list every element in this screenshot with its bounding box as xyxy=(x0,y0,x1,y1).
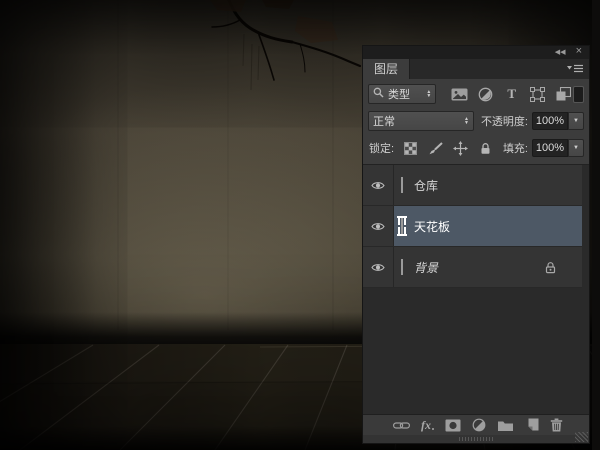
panel-menu-icon[interactable] xyxy=(567,64,583,73)
search-icon xyxy=(373,87,384,101)
fill-slider-button[interactable]: ▼ xyxy=(568,139,584,157)
close-panel-icon[interactable]: × xyxy=(576,46,582,57)
layers-panel: ◀◀ × 图层 类型 xyxy=(362,45,590,444)
layer-row-cangku[interactable]: 仓库 xyxy=(363,165,582,206)
panel-tabbar: 图层 xyxy=(363,59,589,79)
panel-titlebar: ◀◀ × xyxy=(363,46,589,59)
collapse-panel-icon[interactable]: ◀◀ xyxy=(555,49,566,56)
link-layers-icon[interactable] xyxy=(393,417,410,433)
filter-shape-layers-icon[interactable] xyxy=(528,85,547,103)
layer-row-body[interactable]: 仓库 xyxy=(394,165,582,205)
layer-styles-fx-icon[interactable]: fx xyxy=(421,417,434,433)
layer-row-body[interactable]: 天花板 xyxy=(394,206,582,246)
spinner-arrows-icon: ▲▼ xyxy=(426,90,431,98)
panel-corner-resize-grip[interactable] xyxy=(575,432,588,442)
opacity-label: 不透明度: xyxy=(474,113,532,129)
layer-locked-icon xyxy=(545,261,556,274)
panel-footer: fx xyxy=(363,414,589,435)
lock-position-icon[interactable] xyxy=(452,140,468,156)
canvas-right-edge xyxy=(592,0,600,450)
layer-thumbnail[interactable] xyxy=(401,178,403,192)
visibility-eye-icon[interactable] xyxy=(363,247,394,287)
layer-name[interactable]: 仓库 xyxy=(414,177,438,194)
opacity-slider-button[interactable]: ▼ xyxy=(568,112,584,130)
lock-all-icon[interactable] xyxy=(477,140,493,156)
layer-name[interactable]: 天花板 xyxy=(414,218,450,235)
blend-mode-value: 正常 xyxy=(373,113,464,129)
lock-transparency-icon[interactable] xyxy=(402,140,418,156)
layer-thumbnail[interactable] xyxy=(401,260,403,274)
filter-kind-buttons: T xyxy=(450,85,573,103)
delete-layer-trash-icon[interactable] xyxy=(550,417,563,433)
visibility-eye-icon[interactable] xyxy=(363,206,394,246)
filter-smart-objects-icon[interactable] xyxy=(554,85,573,103)
panel-bottom-edge xyxy=(363,435,589,443)
new-layer-icon[interactable] xyxy=(525,417,539,433)
lock-buttons xyxy=(402,140,493,156)
fill-label: 填充: xyxy=(493,140,532,156)
add-layer-mask-icon[interactable] xyxy=(445,417,461,433)
filter-adjustment-layers-icon[interactable] xyxy=(476,85,495,103)
visibility-eye-icon[interactable] xyxy=(363,165,394,205)
layer-row-body[interactable]: 背景 xyxy=(394,247,582,287)
filter-type-label: 类型 xyxy=(388,86,422,102)
layers-list: 仓库 天花板 xyxy=(363,164,589,414)
layer-name[interactable]: 背景 xyxy=(414,259,438,276)
layer-thumbnail-active[interactable] xyxy=(401,219,403,233)
lock-pixels-brush-icon[interactable] xyxy=(427,140,443,156)
panel-controls: 类型 ▲▼ xyxy=(363,79,589,164)
layer-row-background[interactable]: 背景 xyxy=(363,247,582,288)
panel-resize-handle[interactable] xyxy=(459,437,493,441)
filter-pixel-layers-icon[interactable] xyxy=(450,85,469,103)
spinner-arrows-icon: ▲▼ xyxy=(464,117,469,125)
fill-input[interactable]: 100% xyxy=(532,139,568,157)
new-group-folder-icon[interactable] xyxy=(497,417,514,433)
new-adjustment-layer-icon[interactable] xyxy=(472,417,486,433)
filter-type-dropdown[interactable]: 类型 ▲▼ xyxy=(368,84,436,104)
layer-filtering-toggle[interactable] xyxy=(573,86,584,103)
blend-row: 正常 ▲▼ 不透明度: 100% ▼ xyxy=(368,110,584,132)
lock-row: 锁定: xyxy=(368,137,584,159)
filter-type-layers-icon[interactable]: T xyxy=(502,85,521,103)
lock-label: 锁定: xyxy=(368,140,394,156)
blend-mode-dropdown[interactable]: 正常 ▲▼ xyxy=(368,111,474,131)
tab-layers[interactable]: 图层 xyxy=(363,59,410,79)
filter-row: 类型 ▲▼ xyxy=(368,83,584,105)
opacity-input[interactable]: 100% xyxy=(532,112,568,130)
layer-row-tianhuaban[interactable]: 天花板 xyxy=(363,206,582,247)
